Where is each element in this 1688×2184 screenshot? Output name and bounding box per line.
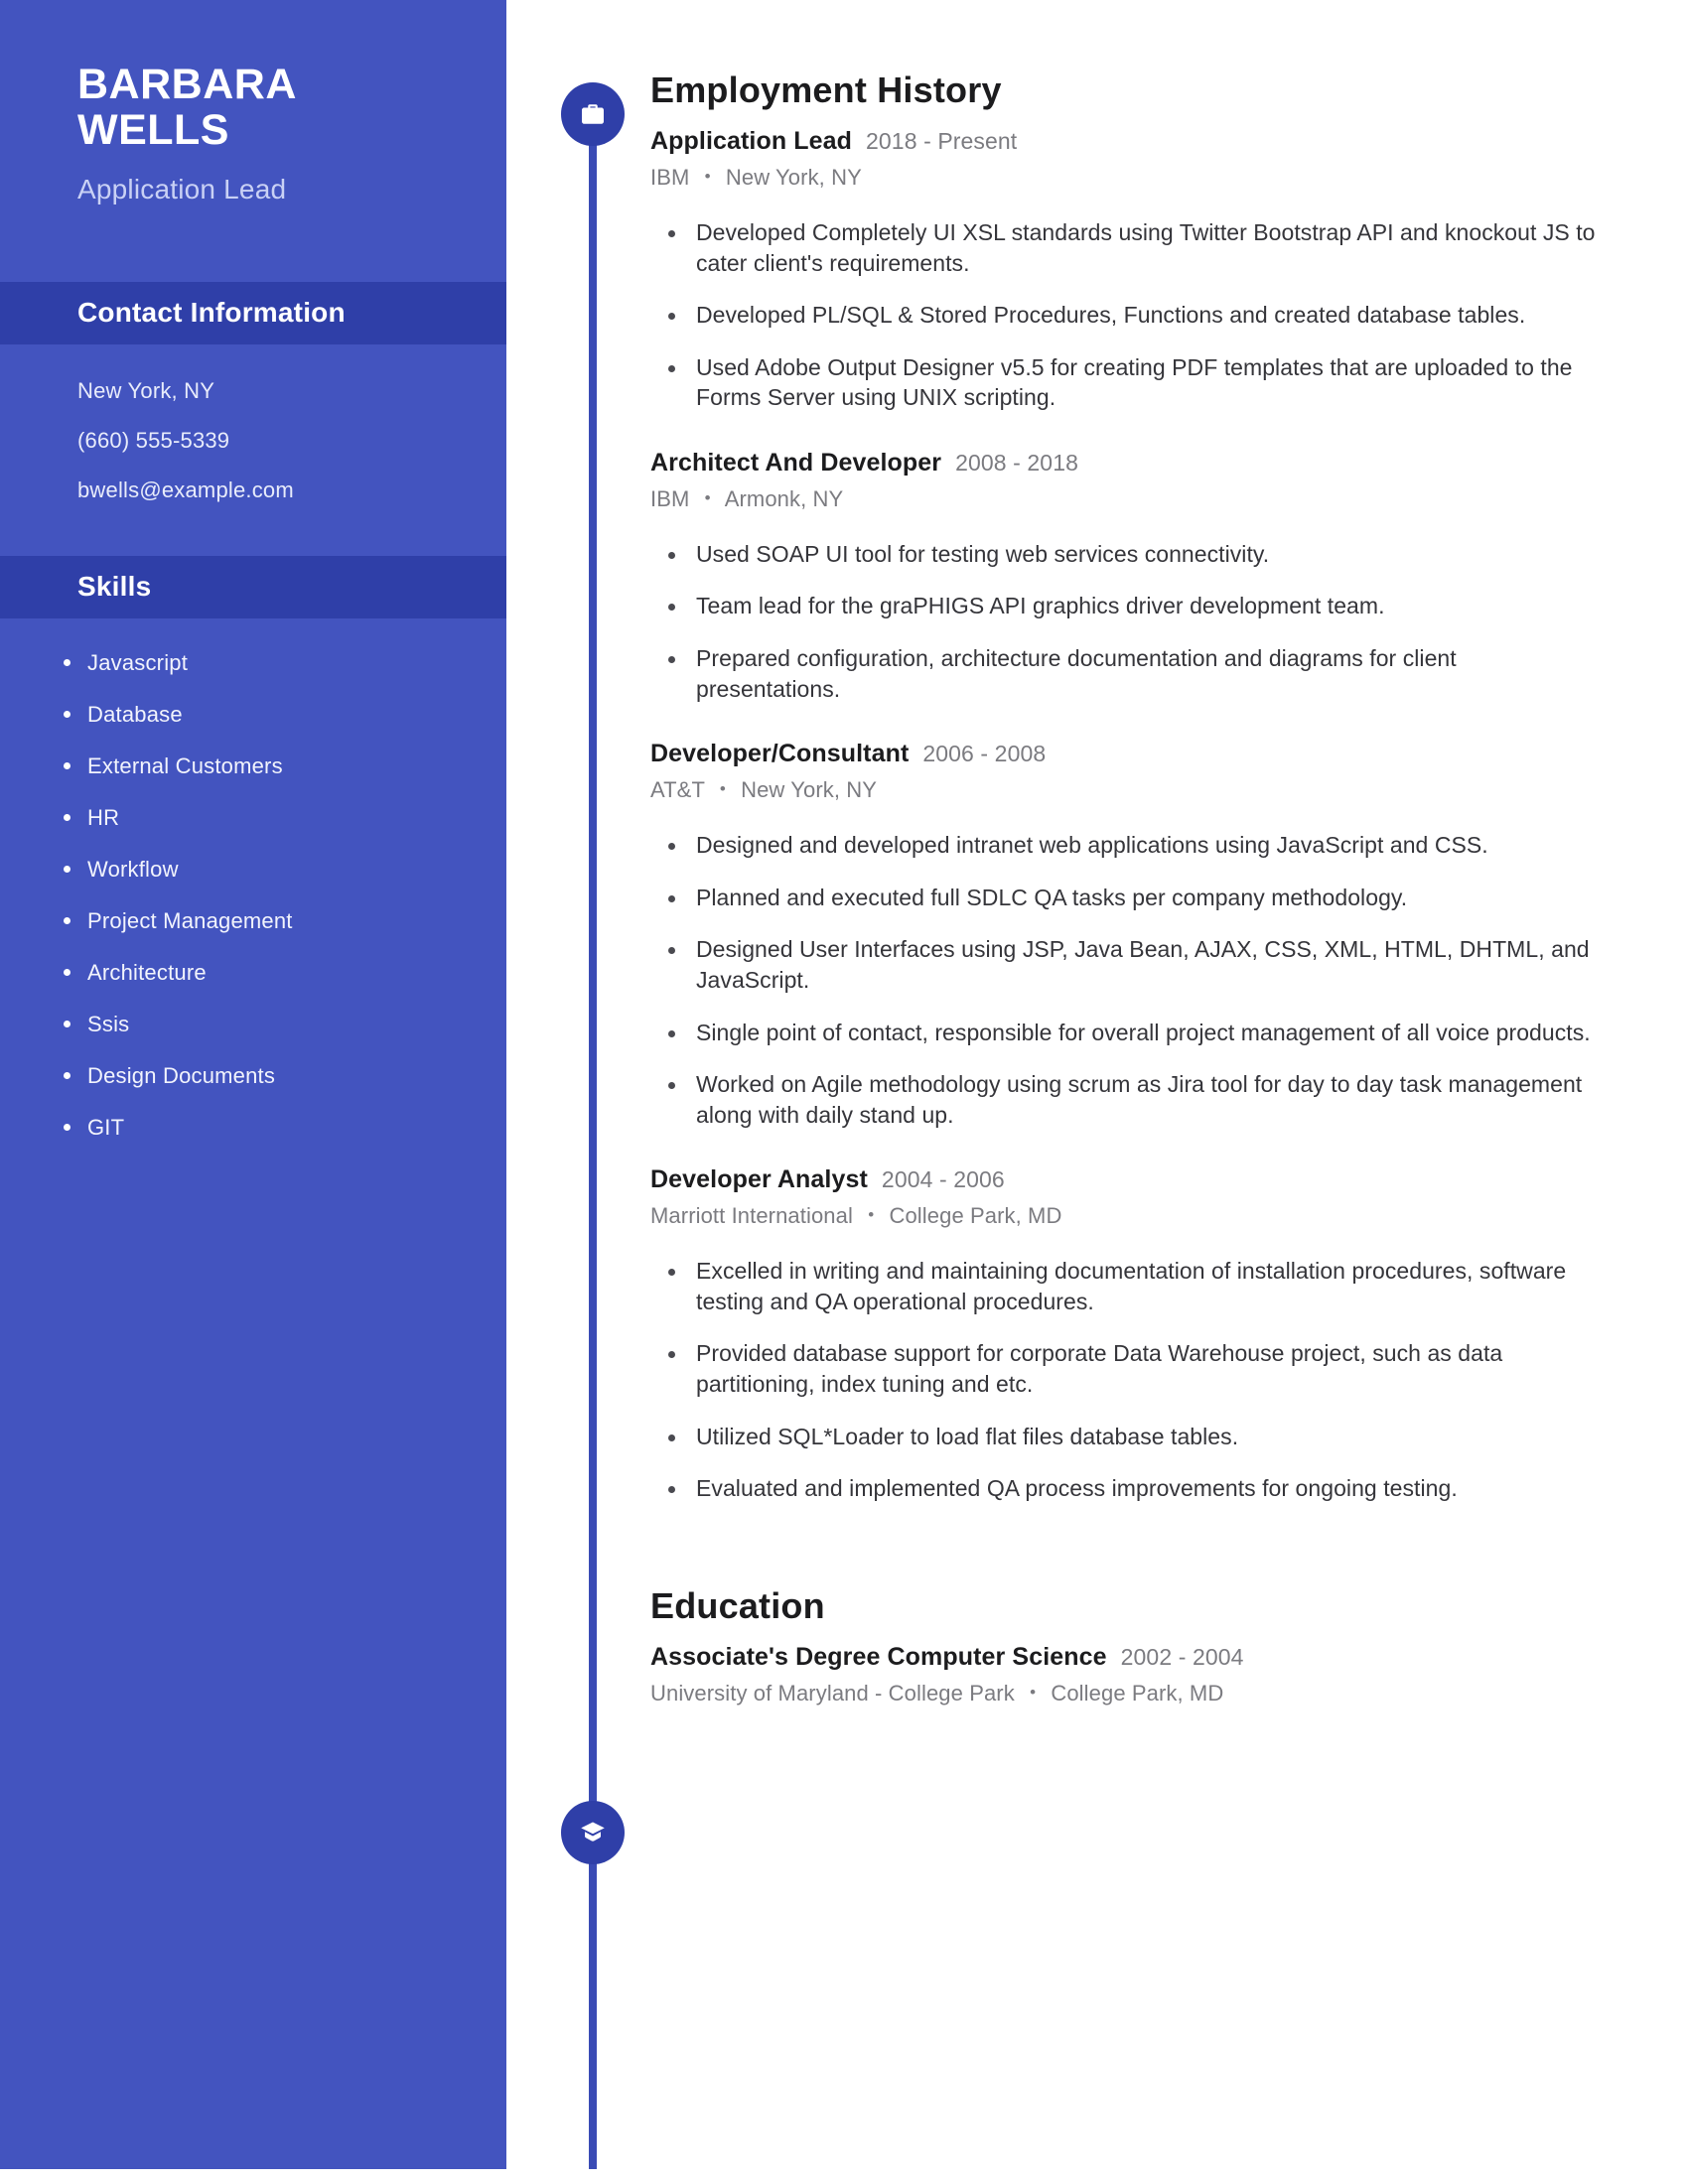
skills-band: Skills <box>0 555 506 618</box>
candidate-job-title: Application Lead <box>77 173 287 205</box>
job-company: AT&T <box>650 777 705 803</box>
employment-history-section: Employment History Application Lead 2018… <box>650 69 1604 1504</box>
bullet-separator-icon: • <box>1030 1682 1037 1702</box>
job-bullet: Designed User Interfaces using JSP, Java… <box>650 934 1604 995</box>
job-title: Developer Analyst <box>650 1165 868 1194</box>
job-location: Armonk, NY <box>724 485 844 511</box>
job-bullet: Worked on Agile methodology using scrum … <box>650 1069 1604 1130</box>
education-heading: Education <box>650 1584 825 1626</box>
job-bullet: Used Adobe Output Designer v5.5 for crea… <box>650 352 1604 413</box>
skill-item: Ssis <box>50 1012 506 1037</box>
school-name: University of Maryland - College Park <box>650 1680 1015 1706</box>
contact-list: New York, NY (660) 555-5339 bwells@examp… <box>0 344 506 501</box>
school-location: College Park, MD <box>1051 1680 1224 1706</box>
skill-item: Project Management <box>50 908 506 934</box>
resume-page: BARBARA WELLS Application Lead Contact I… <box>0 0 1688 2184</box>
job-entry: Developer Analyst 2004 - 2006 Marriott I… <box>650 1165 1604 1503</box>
contact-email[interactable]: bwells@example.com <box>77 478 506 501</box>
graduation-cap-icon <box>578 1818 608 1847</box>
last-name: WELLS <box>77 106 229 155</box>
skill-item: Javascript <box>50 650 506 676</box>
job-entry: Developer/Consultant 2006 - 2008 AT&T • … <box>650 740 1604 1130</box>
skill-item: External Customers <box>50 753 506 779</box>
job-location: New York, NY <box>741 777 878 803</box>
job-bullet: Utilized SQL*Loader to load flat files d… <box>650 1422 1604 1452</box>
job-entry: Application Lead 2018 - Present IBM • Ne… <box>650 127 1604 413</box>
employment-history-heading: Employment History <box>650 69 1002 110</box>
employment-timeline-node <box>561 82 625 146</box>
briefcase-icon <box>578 99 608 129</box>
job-company: IBM <box>650 485 690 511</box>
job-bullet: Used SOAP UI tool for testing web servic… <box>650 539 1604 570</box>
skills-heading: Skills <box>77 571 152 603</box>
job-bullet: Evaluated and implemented QA process imp… <box>650 1473 1604 1504</box>
job-dates: 2004 - 2006 <box>881 1166 1005 1193</box>
first-name: BARBARA <box>77 61 297 108</box>
job-title-row: Developer Analyst 2004 - 2006 <box>650 1165 1604 1194</box>
skill-item: Workflow <box>50 857 506 883</box>
skills-list: Javascript Database External Customers H… <box>0 618 506 1141</box>
degree-dates: 2002 - 2004 <box>1120 1643 1244 1670</box>
job-bullets: Used SOAP UI tool for testing web servic… <box>650 539 1604 704</box>
education-timeline-node <box>561 1801 625 1864</box>
job-bullet: Team lead for the graPHIGS API graphics … <box>650 591 1604 621</box>
bullet-separator-icon: • <box>719 779 726 799</box>
education-meta: University of Maryland - College Park • … <box>650 1681 1604 1706</box>
job-bullet: Provided database support for corporate … <box>650 1338 1604 1399</box>
education-entry: Associate's Degree Computer Science 2002… <box>650 1643 1604 1706</box>
job-bullet: Planned and executed full SDLC QA tasks … <box>650 883 1604 913</box>
job-entry: Architect And Developer 2008 - 2018 IBM … <box>650 449 1604 704</box>
job-location: New York, NY <box>725 165 862 190</box>
job-bullet: Excelled in writing and maintaining docu… <box>650 1256 1604 1316</box>
sidebar: BARBARA WELLS Application Lead Contact I… <box>0 0 506 2169</box>
candidate-name: BARBARA WELLS <box>77 62 506 154</box>
job-bullet: Designed and developed intranet web appl… <box>650 830 1604 861</box>
job-dates: 2008 - 2018 <box>955 449 1078 476</box>
job-bullets: Developed Completely UI XSL standards us… <box>650 217 1604 413</box>
job-bullets: Excelled in writing and maintaining docu… <box>650 1256 1604 1503</box>
job-bullet: Prepared configuration, architecture doc… <box>650 643 1604 704</box>
job-location: College Park, MD <box>889 1203 1062 1229</box>
job-meta: IBM • Armonk, NY <box>650 486 1604 512</box>
contact-location: New York, NY <box>77 377 215 403</box>
bullet-separator-icon: • <box>704 487 711 507</box>
contact-information-band: Contact Information <box>0 281 506 344</box>
job-meta: IBM • New York, NY <box>650 165 1604 191</box>
skill-item: Database <box>50 702 506 728</box>
job-meta: AT&T • New York, NY <box>650 777 1604 803</box>
main-content: Employment History Application Lead 2018… <box>650 0 1604 1706</box>
job-title: Application Lead <box>650 127 853 155</box>
job-title-row: Architect And Developer 2008 - 2018 <box>650 449 1604 478</box>
education-section: Education Associate's Degree Computer Sc… <box>650 1585 1604 1706</box>
skill-item: HR <box>50 805 506 831</box>
job-bullets: Designed and developed intranet web appl… <box>650 830 1604 1130</box>
job-company: Marriott International <box>650 1203 853 1229</box>
identity-block: BARBARA WELLS Application Lead <box>0 0 506 205</box>
job-bullet: Developed PL/SQL & Stored Procedures, Fu… <box>650 300 1604 331</box>
job-title-row: Application Lead 2018 - Present <box>650 127 1604 156</box>
skill-item: GIT <box>50 1115 506 1141</box>
job-title: Developer/Consultant <box>650 740 910 768</box>
skill-item: Design Documents <box>50 1063 506 1089</box>
job-title: Architect And Developer <box>650 448 942 477</box>
degree-title-row: Associate's Degree Computer Science 2002… <box>650 1643 1604 1672</box>
contact-phone[interactable]: (660) 555-5339 <box>77 429 506 452</box>
bullet-separator-icon: • <box>868 1205 875 1225</box>
job-meta: Marriott International • College Park, M… <box>650 1203 1604 1229</box>
bullet-separator-icon: • <box>704 167 711 186</box>
degree-title: Associate's Degree Computer Science <box>650 1642 1107 1671</box>
job-dates: 2018 - Present <box>866 128 1018 154</box>
job-title-row: Developer/Consultant 2006 - 2008 <box>650 740 1604 768</box>
job-company: IBM <box>650 165 690 190</box>
skill-item: Architecture <box>50 960 506 986</box>
contact-information-heading: Contact Information <box>77 297 346 329</box>
job-dates: 2006 - 2008 <box>922 741 1047 767</box>
job-bullet: Single point of contact, responsible for… <box>650 1018 1604 1048</box>
job-bullet: Developed Completely UI XSL standards us… <box>650 217 1604 278</box>
